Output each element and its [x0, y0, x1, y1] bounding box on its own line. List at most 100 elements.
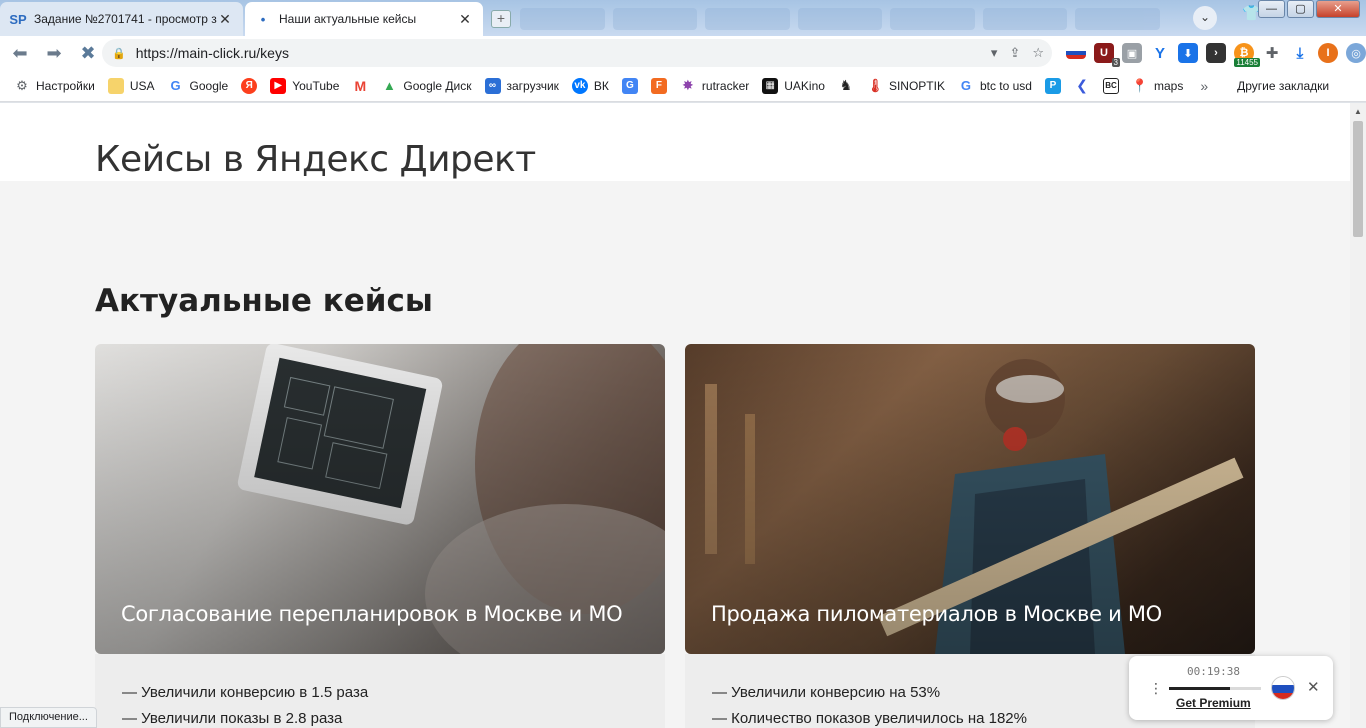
case-photo-carpenter: Продажа пиломатериалов в Москве и МО: [685, 344, 1255, 654]
tab-keys[interactable]: • Наши актуальные кейсы ✕: [245, 2, 483, 36]
bookmark-arrow[interactable]: ❮: [1074, 77, 1090, 94]
bookmark-label: USA: [129, 78, 155, 93]
bookmark-p[interactable]: P: [1044, 77, 1061, 94]
tab-strip: SP Задание №2701741 - просмотр з ✕ • Наш…: [0, 0, 1366, 36]
case-title: Продажа пиломатериалов в Москве и МО: [711, 602, 1162, 626]
bookmarks-overflow-chevron[interactable]: »: [1200, 78, 1208, 94]
bookmark-bc[interactable]: BC: [1102, 77, 1119, 94]
section-title: Актуальные кейсы: [95, 283, 433, 319]
profile-avatar[interactable]: I: [1318, 43, 1338, 63]
bookmark-zagruzchik[interactable]: ∞ загрузчик: [484, 77, 559, 94]
bookmark-label: maps: [1153, 78, 1184, 93]
bookmark-label: YouTube: [292, 78, 340, 93]
vpn-widget: 00:19:38 ⋮ Get Premium ✕: [1129, 656, 1333, 720]
tab-close-icon[interactable]: ✕: [457, 11, 473, 28]
film-icon: ▦: [762, 77, 779, 94]
tab-close-icon[interactable]: ✕: [217, 11, 233, 28]
stop-loading-icon[interactable]: ✖: [74, 39, 102, 67]
tab-zadanie[interactable]: SP Задание №2701741 - просмотр з ✕: [0, 2, 243, 36]
russia-flag-extension-icon[interactable]: [1066, 47, 1086, 59]
vk-icon: vk: [571, 77, 588, 94]
f-icon: F: [650, 77, 667, 94]
puzzle-extensions-icon[interactable]: ✚: [1262, 43, 1282, 63]
bookmark-maps[interactable]: 📍 maps: [1132, 78, 1183, 94]
bitcoin-extension-icon[interactable]: ₿ 11455: [1234, 43, 1260, 67]
status-bubble: Подключение...: [0, 707, 97, 728]
browser-toolbar: ⬅ ➡ ✖ 🔒 https://main-click.ru/keys ▾ ⇪ ☆…: [0, 36, 1366, 70]
url-text: https://main-click.ru/keys: [135, 45, 289, 61]
bookmark-label: Google: [189, 78, 229, 93]
forward-arrow-icon[interactable]: ➡: [40, 39, 68, 67]
bookmark-uakino[interactable]: ▦ UAKino: [762, 77, 825, 94]
google-icon: G: [170, 78, 181, 93]
thermometer-icon: 🌡: [866, 77, 884, 93]
get-premium-link[interactable]: Get Premium: [1176, 696, 1251, 710]
globe-extension-icon[interactable]: ◎: [1346, 43, 1366, 63]
y-extension-icon[interactable]: Y: [1150, 43, 1170, 63]
maximize-button[interactable]: ▢: [1287, 0, 1314, 18]
p-icon: P: [1044, 77, 1061, 94]
bookmark-google-drive[interactable]: ▲ Google Диск: [381, 78, 472, 94]
background-tabs: [520, 8, 1161, 30]
other-bookmarks[interactable]: Другие закладки: [1231, 79, 1329, 93]
russia-flag-icon[interactable]: [1271, 676, 1295, 700]
downloads-icon[interactable]: ⤓: [1290, 43, 1310, 63]
tab-label: Наши актуальные кейсы: [279, 12, 417, 26]
translate-icon: G: [621, 77, 638, 94]
shield-extension-icon[interactable]: U3: [1094, 43, 1120, 67]
case-card-replanning[interactable]: Согласование перепланировок в Москве и М…: [95, 344, 665, 728]
address-bar[interactable]: 🔒 https://main-click.ru/keys ▾ ⇪ ☆: [102, 39, 1052, 67]
bookmark-google[interactable]: G Google: [168, 78, 229, 94]
bookmark-btc-to-usd[interactable]: Gbtc to usd: [958, 78, 1032, 94]
bc-icon: BC: [1102, 77, 1119, 94]
bookmark-nastroyki[interactable]: ⚙ Настройки: [14, 78, 95, 94]
bookmark-label: btc to usd: [979, 78, 1032, 93]
bookmark-chess[interactable]: ♞: [838, 77, 854, 94]
gear-icon: ⚙: [16, 77, 28, 93]
briefcase-extension-icon[interactable]: ▣: [1122, 43, 1142, 63]
scroll-up-icon[interactable]: ▲: [1354, 107, 1362, 116]
bookmark-label: Настройки: [36, 78, 95, 93]
sp-favicon-icon: SP: [9, 11, 27, 27]
bookmark-sinoptik[interactable]: 🌡 SINOPTIK: [867, 78, 945, 94]
share-icon[interactable]: ⇪: [1009, 45, 1020, 61]
minimize-button[interactable]: —: [1258, 0, 1285, 18]
bookmark-usa[interactable]: USA: [107, 77, 155, 94]
bookmark-rutracker[interactable]: ✸ rutracker: [680, 77, 749, 94]
scrollbar-thumb[interactable]: [1353, 121, 1363, 237]
tab-search-chevron-icon[interactable]: ⌄: [1193, 6, 1217, 30]
arrow-icon: ❮: [1076, 77, 1088, 93]
bookmark-yandex[interactable]: Я: [241, 77, 258, 94]
bookmark-vk[interactable]: vk ВК: [571, 77, 609, 94]
bookmark-label: загрузчик: [506, 78, 559, 93]
bookmark-label: UAKino: [784, 78, 825, 93]
omnibox-actions: ▾ ⇪ ☆: [991, 39, 1044, 67]
terminal-extension-icon[interactable]: ›: [1206, 43, 1226, 63]
bookmark-star-icon[interactable]: ☆: [1032, 45, 1044, 61]
download-extension-icon[interactable]: ⬇: [1178, 43, 1198, 63]
google-icon: G: [960, 78, 972, 93]
page-viewport: Кейсы в Яндекс Директ Актуальные кейсы С…: [0, 103, 1350, 728]
close-window-button[interactable]: ✕: [1316, 0, 1360, 18]
new-tab-button[interactable]: +: [491, 10, 511, 28]
kebab-menu-icon[interactable]: ⋮: [1149, 680, 1163, 697]
case-photo-tablet-blueprints: Согласование перепланировок в Москве и М…: [95, 344, 665, 654]
dropdown-caret-icon[interactable]: ▾: [991, 45, 998, 61]
lock-icon: 🔒: [112, 47, 126, 60]
case-results: — Увеличили конверсию в 1.5 раза — Увели…: [95, 654, 665, 728]
other-bookmarks-label: Другие закладки: [1237, 78, 1330, 93]
maps-pin-icon: 📍: [1131, 77, 1149, 93]
chess-icon: ♞: [839, 77, 853, 93]
close-icon[interactable]: ✕: [1307, 678, 1320, 696]
vpn-timer: 00:19:38: [1187, 665, 1240, 678]
bookmark-gmail[interactable]: M: [352, 78, 368, 94]
bookmarks-bar: ⚙ Настройки USA G Google Я ▶ YouTube M ▲ Goo…: [0, 70, 1366, 102]
bookmark-translate[interactable]: G: [621, 77, 638, 94]
extensions-area: U3 ▣ Y ⬇ › ₿ 11455 ✚ ⤓ I ◎: [1066, 39, 1366, 67]
back-arrow-icon[interactable]: ⬅: [6, 39, 34, 67]
bookmark-youtube[interactable]: ▶ YouTube: [270, 77, 340, 94]
gmail-icon: M: [354, 77, 367, 94]
page-scrollbar[interactable]: ▲: [1350, 103, 1366, 728]
star-icon: ✸: [682, 77, 694, 93]
bookmark-f[interactable]: F: [650, 77, 667, 94]
